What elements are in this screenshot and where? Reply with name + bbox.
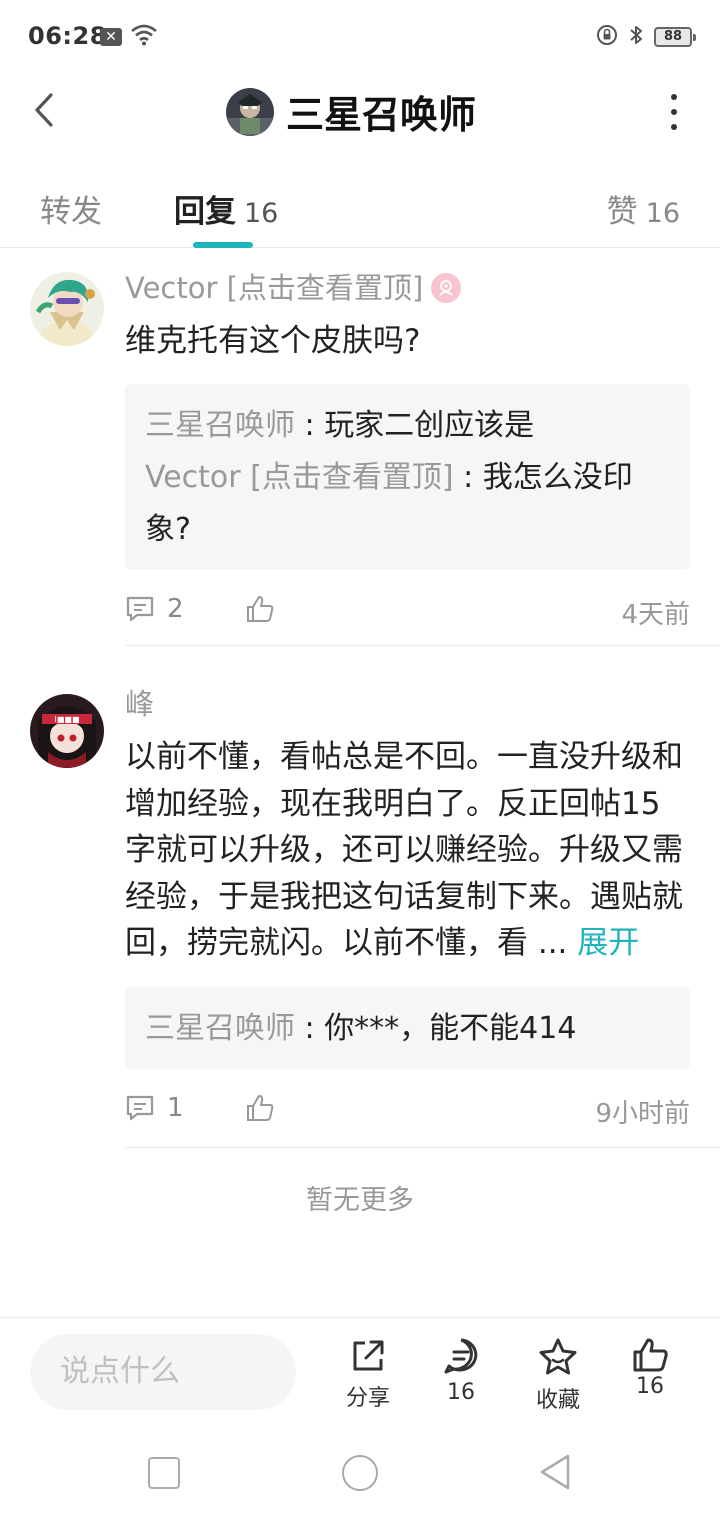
comment-time: 4天前: [621, 600, 690, 630]
avatar[interactable]: [30, 272, 104, 346]
more-options-icon[interactable]: [668, 94, 680, 130]
comment-bubble-icon: [126, 596, 154, 622]
wifi-icon: [130, 24, 158, 50]
comment-actions: 1 9小时前: [125, 1083, 690, 1137]
back-button[interactable]: [24, 88, 64, 132]
comment-actions: 2 4天前: [125, 584, 690, 638]
like-count: 16: [636, 1374, 664, 1399]
comment-author[interactable]: 峰: [125, 684, 690, 724]
like-button[interactable]: [245, 1093, 275, 1127]
comment-bubble-icon: [126, 1095, 154, 1120]
chevron-left-icon: [35, 93, 53, 127]
tab-reply-count: 16: [244, 198, 279, 229]
share-label: 分享: [345, 1386, 390, 1411]
thumbs-up-icon: [247, 596, 274, 622]
page-title: 三星召唤师: [286, 93, 477, 137]
status-bar: 06:28 ✕ 88: [0, 0, 720, 72]
star-icon: [539, 1338, 577, 1375]
header-user[interactable]: 三星召唤师: [226, 84, 476, 139]
reply-separator: :: [453, 460, 483, 495]
no-more-text: 暂无更多: [306, 1185, 414, 1216]
home-icon[interactable]: [342, 1455, 378, 1491]
tab-bar: 转发 回复 16 赞 16: [0, 172, 720, 248]
share-button[interactable]: 分享: [323, 1336, 413, 1412]
reply-button[interactable]: 2: [125, 594, 184, 624]
reply-line: 三星召唤师 : 玩家二创应该是: [145, 400, 670, 452]
reply-author[interactable]: 三星召唤师: [145, 1011, 295, 1046]
thumbs-up-icon: [247, 1094, 274, 1121]
battery-icon: 88: [654, 27, 696, 47]
reply-text: 玩家二创应该是: [324, 408, 535, 443]
recent-apps-icon[interactable]: [148, 1457, 180, 1489]
comment-bubble-icon: [444, 1338, 478, 1374]
reply-preview-box[interactable]: 三星召唤师 : 玩家二创应该是 Vector [点击查看置顶] : 我怎么没印象…: [125, 384, 690, 570]
favorite-label: 收藏: [535, 1388, 580, 1413]
like-post-button[interactable]: 16: [605, 1336, 695, 1399]
svg-text:I■■■: I■■■: [54, 715, 79, 724]
reply-line: 三星召唤师 : 你***，能不能414: [145, 1003, 670, 1055]
comment-author-name: 峰: [125, 687, 155, 721]
back-triangle-icon[interactable]: [538, 1453, 572, 1495]
reply-author[interactable]: 三星召唤师: [145, 408, 295, 443]
status-time: 06:28: [28, 22, 107, 50]
comment-time: 9小时前: [595, 1098, 690, 1129]
rotation-lock-icon: [596, 24, 618, 50]
favorite-button[interactable]: 收藏: [513, 1336, 603, 1414]
notification-x-icon: ✕: [100, 28, 122, 46]
tab-active-indicator: [193, 242, 253, 248]
reply-button[interactable]: 1: [125, 1093, 184, 1123]
tab-forward-label: 转发: [40, 194, 102, 230]
reply-count: 1: [167, 1092, 184, 1123]
comment-text: 以前不懂，看帖总是不回。一直没升级和增加经验，现在我明白了。反正回帖15字就可以…: [125, 734, 690, 967]
reply-text: 你***，能不能414: [324, 1010, 577, 1046]
reply-author[interactable]: Vector [点击查看置顶]: [145, 460, 454, 495]
comments-button[interactable]: 16: [416, 1336, 506, 1405]
bluetooth-icon: [628, 24, 644, 50]
reply-count: 2: [167, 594, 184, 624]
tab-like-label: 赞: [606, 194, 638, 230]
divider: [125, 1147, 720, 1148]
comment-input[interactable]: 说点什么: [30, 1334, 296, 1410]
tab-forward[interactable]: 转发: [40, 186, 102, 231]
comment-text: 维克托有这个皮肤吗?: [125, 323, 421, 359]
tab-reply[interactable]: 回复 16: [174, 186, 278, 231]
avatar[interactable]: I■■■: [30, 694, 104, 768]
tab-like[interactable]: 赞 16: [607, 186, 680, 231]
share-icon: [353, 1340, 384, 1371]
comment-body: 峰 以前不懂，看帖总是不回。一直没升级和增加经验，现在我明白了。反正回帖15字就…: [125, 684, 690, 1137]
author-badge-icon: [431, 273, 462, 303]
comment-body: Vector [点击查看置顶] 维克托有这个皮肤吗? 三星召唤师 : 玩家二创应…: [125, 268, 690, 638]
header: 三星召唤师: [0, 72, 720, 148]
reply-separator: :: [295, 408, 325, 443]
bottom-action-bar: 说点什么 分享 16 收藏 16: [0, 1317, 720, 1429]
reply-preview-box[interactable]: 三星召唤师 : 你***，能不能414: [125, 986, 690, 1069]
comments-count: 16: [447, 1380, 475, 1405]
avatar[interactable]: [226, 87, 274, 136]
reply-line: Vector [点击查看置顶] : 我怎么没印象?: [145, 452, 670, 556]
comment-author-name: Vector [点击查看置顶]: [125, 271, 424, 305]
tab-reply-label: 回复: [174, 194, 236, 230]
comment-author[interactable]: Vector [点击查看置顶]: [125, 268, 690, 308]
tab-like-count: 16: [645, 198, 680, 229]
expand-link[interactable]: 展开: [577, 925, 639, 961]
reply-separator: :: [295, 1010, 325, 1046]
like-button[interactable]: [245, 594, 275, 628]
system-nav-bar: [0, 1429, 720, 1520]
divider: [125, 645, 720, 646]
thumbs-up-icon: [633, 1338, 668, 1372]
